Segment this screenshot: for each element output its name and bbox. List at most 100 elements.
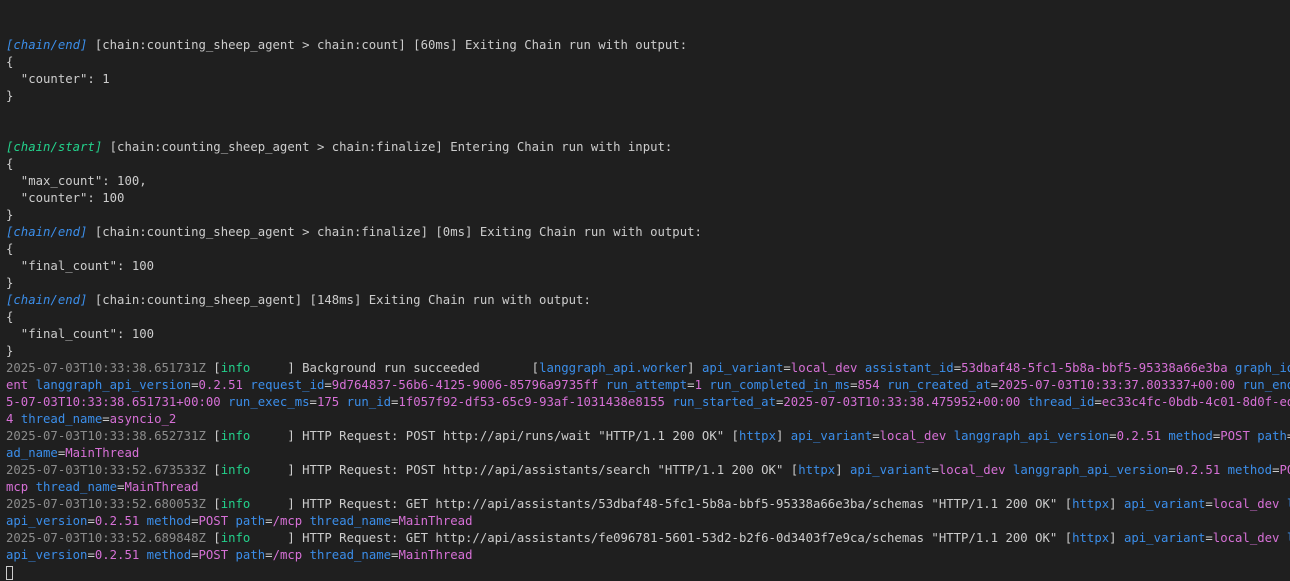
terminal-text-segment: langgraph_api_version <box>35 378 192 392</box>
terminal-text-segment: thread_name <box>35 480 118 494</box>
terminal-line: 2025-07-03T10:33:52.680053Z [info ] HTTP… <box>6 496 1290 513</box>
terminal-text-segment: { <box>6 242 14 256</box>
terminal-text-segment: method <box>1168 429 1213 443</box>
terminal-text-segment: info <box>220 497 288 511</box>
terminal-text-segment: [ <box>205 361 221 375</box>
terminal-text-segment: httpx <box>798 463 836 477</box>
terminal-text-segment: 9d764837-56b6-4125-9006-85796a9735ff <box>331 378 599 392</box>
terminal-text-segment: run_started_at <box>672 395 776 409</box>
terminal-line: } <box>6 343 1290 360</box>
terminal-text-segment: [chain:counting_sheep_agent > chain:fina… <box>87 225 702 239</box>
terminal-text-segment: "final_count": 100 <box>6 327 155 341</box>
terminal-line: ad_name=MainThread <box>6 445 1290 462</box>
terminal-text-segment: "counter": 1 <box>6 72 110 86</box>
terminal-text-segment: } <box>6 344 14 358</box>
terminal-line: 2025-07-03T10:33:52.689848Z [info ] HTTP… <box>6 530 1290 547</box>
terminal-text-segment: = <box>191 548 199 562</box>
terminal-text-segment: 5-07-03T10:33:38.651731+00:00 <box>6 395 221 409</box>
terminal-text-segment: 2025-07-03T10:33:38.475952+00:00 <box>783 395 1021 409</box>
terminal-text-segment: = <box>1205 497 1213 511</box>
terminal-text-segment: "final_count": 100 <box>6 259 155 273</box>
terminal-line: 4 thread_name=asyncio_2 <box>6 411 1290 428</box>
terminal-text-segment: ] HTTP Request: POST http://api/assistan… <box>287 463 799 477</box>
terminal-text-segment: request_id <box>250 378 325 392</box>
terminal-text-segment: [chain/end] <box>6 225 88 239</box>
terminal-text-segment: /mcp <box>272 514 303 528</box>
terminal-output[interactable]: [chain/end] [chain:counting_sheep_agent … <box>0 0 1290 581</box>
terminal-lines: [chain/end] [chain:counting_sheep_agent … <box>6 37 1290 564</box>
terminal-text-segment: MainThread <box>398 548 473 562</box>
terminal-line: } <box>6 275 1290 292</box>
terminal-text-segment: ent <box>6 378 29 392</box>
terminal-text-segment: httpx <box>738 429 776 443</box>
terminal-text-segment: = <box>872 429 880 443</box>
terminal-text-segment: POST <box>198 548 229 562</box>
terminal-text-segment: } <box>6 89 14 103</box>
terminal-text-segment: 0.2.51 <box>94 514 140 528</box>
terminal-text-segment: 2025-07-03T10:33:37.803337+00:00 <box>998 378 1236 392</box>
terminal-text-segment: = <box>324 378 332 392</box>
terminal-text-segment: langgraph_api_version <box>953 429 1110 443</box>
terminal-text-segment: 0.2.51 <box>1116 429 1161 443</box>
terminal-text-segment: 0.2.51 <box>94 548 140 562</box>
terminal-line: [chain/start] [chain:counting_sheep_agen… <box>6 139 1290 156</box>
terminal-line: "max_count": 100, <box>6 173 1290 190</box>
terminal-text-segment: api_version <box>6 514 88 528</box>
terminal-text-segment: { <box>6 157 14 171</box>
terminal-text-segment: local_dev <box>938 463 1006 477</box>
terminal-line: api_version=0.2.51 method=POST path=/mcp… <box>6 513 1290 530</box>
prompt-line[interactable] <box>6 564 1290 581</box>
terminal-text-segment: = <box>1094 395 1102 409</box>
terminal-text-segment: 1f057f92-df53-65c9-93af-1031438e8155 <box>398 395 665 409</box>
terminal-line: } <box>6 207 1290 224</box>
terminal-text-segment: method <box>1227 463 1273 477</box>
terminal-text-segment: = <box>1205 531 1213 545</box>
terminal-text-segment: api_variant <box>850 463 932 477</box>
terminal-text-segment: { <box>6 55 14 69</box>
terminal-text-segment: api_variant <box>790 429 873 443</box>
terminal-line: 2025-07-03T10:33:38.652731Z [info ] HTTP… <box>6 428 1290 445</box>
terminal-text-segment: ad_name <box>6 446 58 460</box>
terminal-text-segment: 175 <box>316 395 340 409</box>
terminal-text-segment: = <box>265 548 273 562</box>
terminal-line: 5-07-03T10:33:38.651731+00:00 run_exec_m… <box>6 394 1290 411</box>
terminal-text-segment: 0.2.51 <box>198 378 243 392</box>
terminal-text-segment: MainThread <box>124 480 199 494</box>
terminal-text-segment: run_attempt <box>605 378 688 392</box>
terminal-line: "final_count": 100 <box>6 258 1290 275</box>
terminal-text-segment: path <box>1257 429 1287 443</box>
terminal-text-segment: httpx <box>1072 497 1110 511</box>
terminal-text-segment: POST <box>1279 463 1290 477</box>
terminal-text-segment: [chain:counting_sheep_agent > chain:coun… <box>87 38 688 52</box>
terminal-text-segment: = <box>687 378 695 392</box>
terminal-text-segment: ] <box>1109 497 1124 511</box>
terminal-text-segment: api_variant <box>1123 531 1206 545</box>
terminal-text-segment: info <box>220 463 288 477</box>
terminal-text-segment: 2025-07-03T10:33:52.673533Z <box>6 463 206 477</box>
terminal-text-segment: MainThread <box>65 446 140 460</box>
terminal-text-segment: POST <box>198 514 229 528</box>
terminal-text-segment: thread_name <box>309 514 392 528</box>
terminal-text-segment: [ <box>205 463 221 477</box>
terminal-text-segment: asyncio_2 <box>109 412 177 426</box>
terminal-text-segment: } <box>6 208 14 222</box>
terminal-text-segment: = <box>102 412 110 426</box>
terminal-text-segment: [chain:counting_sheep_agent] [148ms] Exi… <box>87 293 591 307</box>
